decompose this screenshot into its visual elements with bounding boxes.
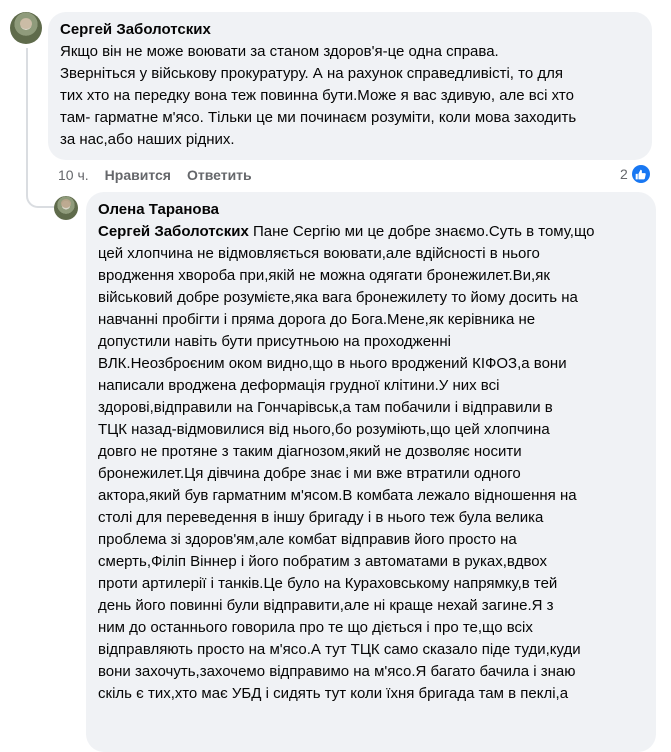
like-button[interactable]: Нравится: [105, 167, 171, 183]
thread-connector: [26, 48, 28, 182]
reply-body: Пане Сергію ми це добре знаємо.Суть в то…: [98, 223, 595, 702]
comment-author[interactable]: Сергей Заболотских: [60, 20, 640, 40]
reply-author[interactable]: Олена Таранова: [98, 200, 644, 220]
reply-text: Сергей Заболотских Пане Сергію ми це доб…: [98, 221, 644, 705]
reply-bubble: Олена Таранова Сергей Заболотских Пане С…: [86, 192, 656, 752]
comment-bubble: Сергей Заболотских Якщо він не може воюв…: [48, 12, 652, 160]
commenter-avatar[interactable]: [10, 12, 42, 44]
comment-text: Якщо він не може воювати за станом здоро…: [60, 43, 577, 148]
reply-author-avatar[interactable]: [54, 196, 78, 220]
comment-timestamp[interactable]: 10 ч.: [58, 167, 89, 183]
reply-mention[interactable]: Сергей Заболотских: [98, 223, 249, 240]
reply-thread-connector: [26, 180, 56, 208]
comment-actions: 10 ч. Нравится Ответить: [58, 164, 252, 186]
reaction-count: 2: [620, 166, 628, 182]
reaction-summary[interactable]: 2: [620, 163, 650, 185]
reply-button[interactable]: Ответить: [187, 167, 252, 183]
like-icon: [631, 165, 650, 183]
